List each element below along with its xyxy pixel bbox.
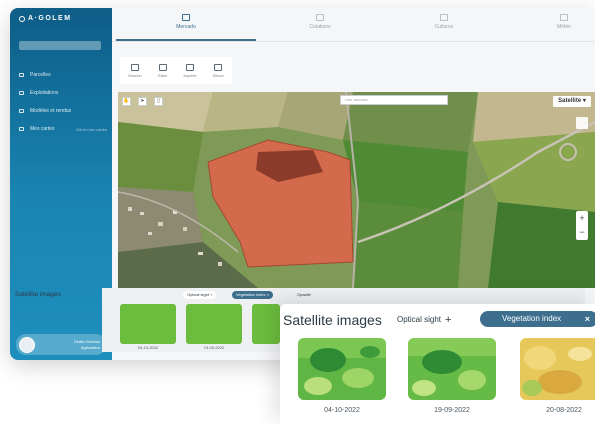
thumbnail-date: 19-09-2022: [434, 407, 470, 414]
tool-draw-button[interactable]: Dessiner: [128, 63, 142, 78]
mini-thumbnail-date: 04-10-2022: [137, 345, 159, 350]
thumbnail-date: 20-08-2022: [546, 407, 582, 414]
sidebar: A·GOLEM Parcelles Exploitations Modèles …: [10, 8, 112, 360]
ndvi-image: [408, 338, 496, 400]
pill-label: Optical sight: [187, 292, 210, 297]
satellite-map[interactable]: [118, 92, 595, 288]
mini-thumbnail[interactable]: [252, 304, 280, 344]
chart-icon: [316, 14, 324, 21]
plus-icon: +: [445, 313, 452, 326]
vegetation-label: Vegetation index: [502, 314, 562, 323]
tool-label: Importer: [183, 73, 197, 78]
mini-thumbnail[interactable]: [120, 304, 176, 344]
tab-mercado[interactable]: Mercado: [146, 14, 226, 30]
basemap-select[interactable]: Satellite ▾: [553, 96, 591, 107]
sidebar-item-label: Modèles et rendus: [30, 108, 72, 114]
sidebar-item-label: Exploitations: [30, 90, 59, 96]
hand-icon: ✋: [123, 98, 130, 104]
sprout-icon: [440, 14, 448, 21]
logo: A·GOLEM: [19, 15, 72, 22]
sidebar-item-label: Parcelles: [30, 72, 51, 78]
sidebar-item-exploitations[interactable]: Exploitations: [19, 90, 107, 96]
sidebar-item-modeles[interactable]: Modèles et rendus: [19, 108, 107, 114]
mini-thumbnail[interactable]: [186, 304, 242, 344]
fullscreen-button[interactable]: [576, 117, 588, 129]
mini-thumbnail-date: 19-09-2022: [203, 345, 225, 350]
map-icon: [19, 127, 24, 131]
tab-label: Mercado: [176, 24, 196, 30]
trash-icon: [214, 63, 223, 71]
thumbnail-date: 04-10-2022: [324, 407, 360, 414]
sidebar-item-extra[interactable]: Gérer mes cartes: [76, 127, 107, 132]
user-meta: Cédric Moreau Agriculteur: [74, 339, 100, 351]
satellite-thumbnail[interactable]: [298, 338, 386, 400]
import-icon: [186, 63, 195, 71]
user-name: Cédric Moreau: [73, 338, 100, 344]
map-pin-icon: [19, 73, 24, 77]
user-card[interactable]: Cédric Moreau Agriculteur: [16, 334, 106, 355]
sidebar-item-mes-cartes[interactable]: Mes cartes Gérer mes cartes: [19, 126, 107, 132]
tool-edit-button[interactable]: Éditer: [158, 63, 168, 78]
optical-label: Optical sight: [397, 315, 442, 324]
ndvi-image: [520, 338, 595, 400]
map-delete-button[interactable]: ▯: [154, 97, 163, 106]
optical-sight-button[interactable]: Optical sight +: [397, 313, 452, 326]
tool-delete-button[interactable]: Effacer: [212, 63, 224, 78]
pill-label: Vegetation index: [236, 292, 266, 297]
address-search-input[interactable]: Une adresse: [340, 95, 448, 105]
zoom-control: + −: [576, 211, 588, 240]
popup-title: Satellite images: [283, 312, 382, 328]
active-tab-indicator: [116, 39, 256, 41]
tool-label: Effacer: [212, 73, 224, 78]
tool-import-button[interactable]: Importer: [183, 63, 197, 78]
cloud-icon: [560, 14, 568, 21]
edit-icon: [158, 63, 167, 71]
close-icon[interactable]: ×: [585, 311, 590, 327]
opacity-label: Opacité: [297, 292, 311, 297]
pan-tool-button[interactable]: ✋: [122, 97, 131, 106]
logo-mark-icon: [19, 15, 25, 22]
tab-label: Cultures: [434, 24, 454, 30]
sidebar-item-parcelles[interactable]: Parcelles: [19, 72, 107, 78]
grid-icon: [182, 14, 190, 21]
tab-cotations[interactable]: Cotations: [280, 14, 360, 30]
draw-icon: [131, 63, 140, 71]
zoom-in-button[interactable]: +: [576, 211, 588, 225]
layers-icon: [19, 109, 24, 113]
logo-text: A·GOLEM: [28, 15, 72, 22]
satellite-thumbnail[interactable]: [520, 338, 595, 400]
tab-cultures[interactable]: Cultures: [404, 14, 484, 30]
strip-title: Satellite images: [15, 291, 61, 298]
sidebar-search-input[interactable]: [19, 41, 101, 50]
basemap-label: Satellite: [558, 98, 582, 104]
user-role: Agriculteur: [80, 344, 100, 350]
satellite-thumbnail[interactable]: [408, 338, 496, 400]
strip-vegetation-button[interactable]: Vegetation index ×: [232, 291, 274, 299]
map-imagery: [118, 92, 595, 288]
ndvi-image: [298, 338, 386, 400]
strip-optical-button[interactable]: Optical sight +: [183, 291, 217, 299]
draw-toolbar: Dessiner Éditer Importer Effacer: [120, 57, 232, 84]
sidebar-item-label: Mes cartes: [30, 126, 55, 132]
avatar: [19, 336, 35, 353]
cursor-icon: ➤: [140, 98, 145, 104]
satellite-images-popup: Satellite images Optical sight + Vegetat…: [280, 304, 595, 424]
top-navigation: Mercado Cotations Cultures Météo: [112, 8, 595, 42]
zoom-out-button[interactable]: −: [576, 225, 588, 239]
tab-meteo[interactable]: Météo: [524, 14, 595, 30]
tab-label: Météo: [557, 24, 571, 30]
user-icon: [19, 91, 24, 95]
vegetation-index-chip[interactable]: Vegetation index ×: [480, 311, 595, 327]
select-tool-button[interactable]: ➤: [138, 97, 147, 106]
trash-icon: ▯: [157, 98, 160, 104]
tool-label: Dessiner: [128, 73, 142, 78]
tab-label: Cotations: [309, 24, 331, 30]
tool-label: Éditer: [158, 73, 168, 78]
